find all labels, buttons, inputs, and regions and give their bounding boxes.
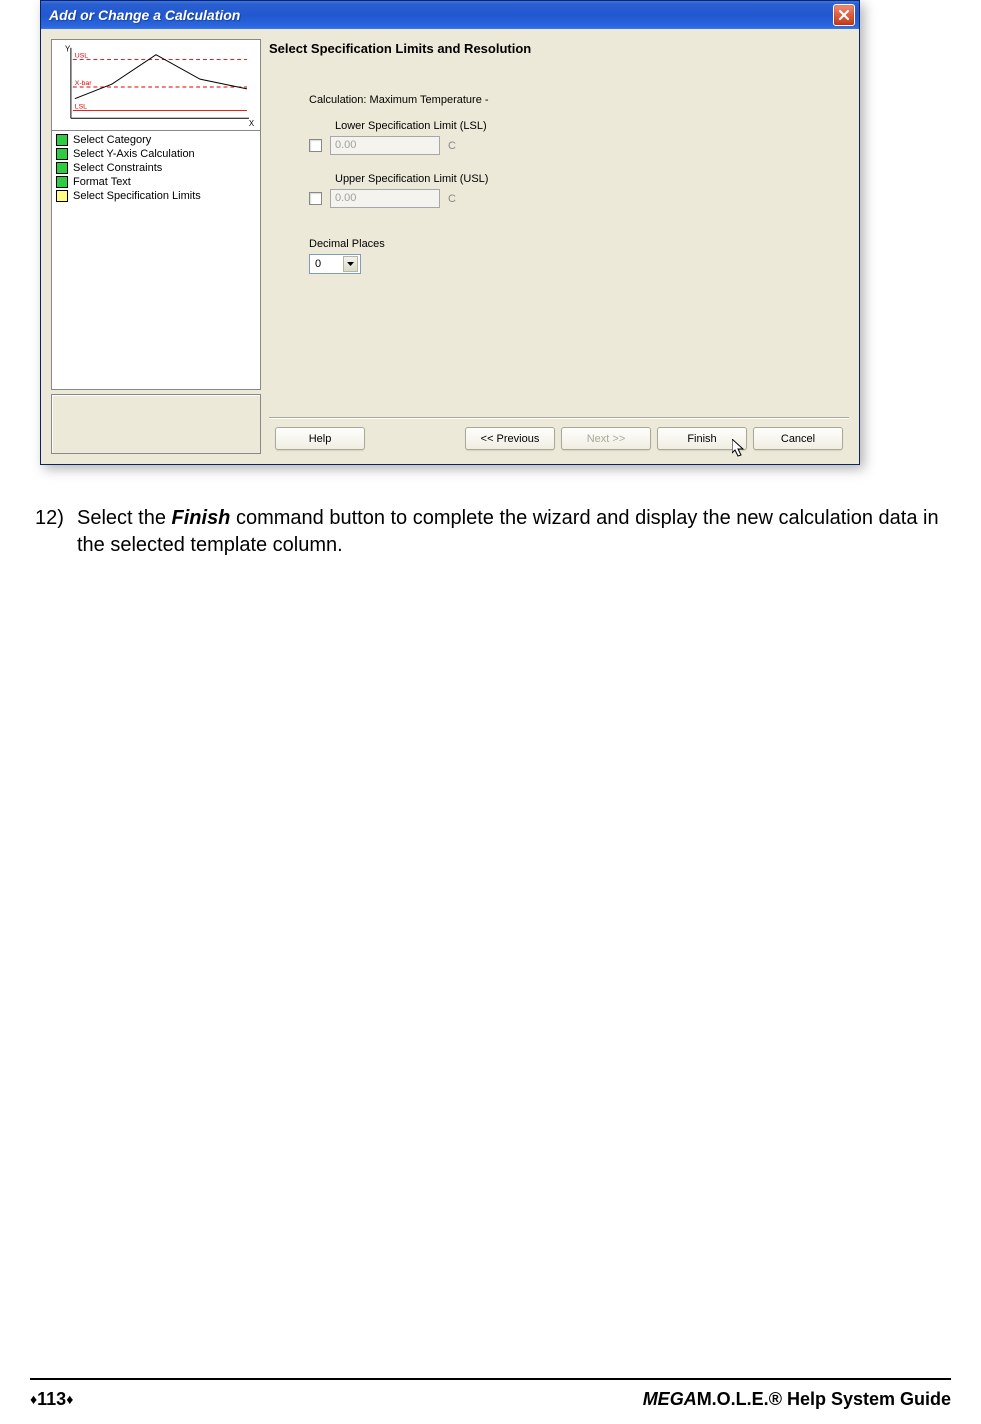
usl-checkbox[interactable] — [309, 192, 322, 205]
graph-y-label: Y — [65, 45, 71, 54]
close-button[interactable] — [833, 4, 855, 26]
help-button[interactable]: Help — [275, 427, 365, 450]
step-item-constraints[interactable]: Select Constraints — [52, 161, 260, 175]
step-label: Select Category — [73, 134, 151, 146]
instruction-step-12: 12) Select the Finish command button to … — [35, 505, 946, 559]
usl-unit: C — [448, 193, 456, 205]
lsl-label: Lower Specification Limit (LSL) — [335, 120, 849, 132]
wizard-step-list: Select Category Select Y-Axis Calculatio… — [51, 130, 261, 390]
footer-title: MEGAM.O.L.E.® Help System Guide — [643, 1389, 951, 1410]
instruction-number: 12) — [35, 505, 77, 559]
step-label: Format Text — [73, 176, 131, 188]
cursor-icon — [732, 439, 748, 459]
previous-button[interactable]: << Previous — [465, 427, 555, 450]
left-panel-spacer — [51, 394, 261, 454]
lsl-input[interactable]: 0.00 — [330, 136, 440, 155]
step-status-icon — [56, 148, 68, 160]
preview-graph: Y X USL X-bar LSL — [51, 39, 261, 131]
wizard-button-row: Help << Previous Next >> Finish Cancel — [269, 418, 849, 454]
window-titlebar: Add or Change a Calculation — [41, 1, 859, 29]
graph-x-label: X — [249, 119, 255, 128]
graph-usl-label: USL — [75, 53, 88, 60]
step-item-format[interactable]: Format Text — [52, 175, 260, 189]
step-item-spec-limits[interactable]: Select Specification Limits — [52, 189, 260, 203]
calculation-label: Calculation: Maximum Temperature - — [309, 94, 849, 106]
step-label: Select Constraints — [73, 162, 162, 174]
instruction-bold-word: Finish — [172, 507, 231, 529]
decimal-places-label: Decimal Places — [309, 238, 849, 250]
panel-heading: Select Specification Limits and Resoluti… — [269, 39, 849, 64]
step-item-category[interactable]: Select Category — [52, 133, 260, 147]
usl-input[interactable]: 0.00 — [330, 189, 440, 208]
page-footer: ♦113♦ MEGAM.O.L.E.® Help System Guide — [30, 1389, 951, 1410]
step-status-icon — [56, 134, 68, 146]
usl-label: Upper Specification Limit (USL) — [335, 173, 849, 185]
decimal-places-value: 0 — [315, 258, 321, 270]
lsl-unit: C — [448, 140, 456, 152]
cancel-button[interactable]: Cancel — [753, 427, 843, 450]
finish-button[interactable]: Finish — [657, 427, 747, 450]
step-label: Select Y-Axis Calculation — [73, 148, 195, 160]
chevron-down-icon — [343, 256, 358, 272]
graph-xbar-label: X-bar — [75, 80, 92, 87]
instruction-text: Select the Finish command button to comp… — [77, 505, 946, 559]
footer-divider — [30, 1378, 951, 1380]
page-number: ♦113♦ — [30, 1389, 73, 1410]
lsl-checkbox[interactable] — [309, 139, 322, 152]
decimal-places-select[interactable]: 0 — [309, 254, 361, 274]
step-label: Select Specification Limits — [73, 190, 201, 202]
step-status-icon — [56, 162, 68, 174]
dialog-screenshot: Add or Change a Calculation Y X — [40, 0, 860, 465]
next-button: Next >> — [561, 427, 651, 450]
step-item-yaxis[interactable]: Select Y-Axis Calculation — [52, 147, 260, 161]
step-status-icon — [56, 176, 68, 188]
graph-lsl-label: LSL — [75, 103, 87, 110]
step-status-icon — [56, 190, 68, 202]
close-icon — [838, 9, 850, 21]
window-title: Add or Change a Calculation — [49, 7, 240, 23]
